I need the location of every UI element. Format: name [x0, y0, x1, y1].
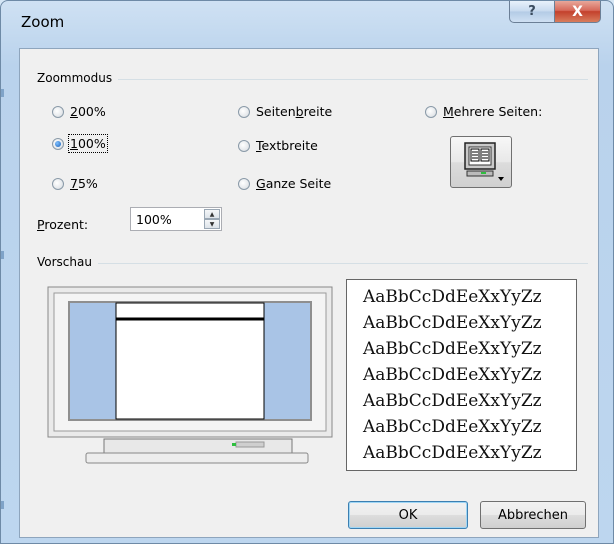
radio-100-label: 100% [68, 134, 108, 153]
window-edge-mark [1, 251, 4, 259]
radio-textbreite[interactable]: Textbreite [238, 138, 318, 153]
spin-up-button[interactable]: ▲ [204, 209, 220, 219]
radio-seitenbreite-label: Seitenbreite [256, 104, 333, 119]
font-sample-preview: AaBbCcDdEeXxYyZz AaBbCcDdEeXxYyZz AaBbCc… [346, 279, 577, 471]
radio-75-label: 75% [70, 176, 98, 191]
close-icon: X [572, 3, 583, 20]
ok-button[interactable]: OK [348, 501, 468, 529]
close-button[interactable]: X [554, 1, 601, 23]
radio-mehrere-seiten[interactable]: Mehrere Seiten: [425, 104, 542, 119]
sample-line: AaBbCcDdEeXxYyZz [363, 417, 542, 437]
vorschau-group-line [37, 263, 588, 264]
radio-circle[interactable] [238, 105, 250, 118]
radio-ganze-seite-label: Ganze Seite [256, 176, 332, 191]
dialog-client-area: Zoommodus 200% 100% 75% Seitenbreite Tex… [19, 48, 599, 538]
multi-page-button[interactable] [450, 136, 512, 188]
radio-100[interactable]: 100% [52, 134, 108, 153]
preview-monitor-icon [47, 286, 333, 464]
prozent-spinner[interactable]: 100% ▲ ▼ [130, 207, 222, 231]
monitor-pages-icon [464, 142, 504, 181]
window-title: Zoom [21, 13, 65, 31]
radio-circle[interactable] [238, 177, 250, 190]
vorschau-group-label: Vorschau [37, 255, 98, 269]
radio-circle[interactable] [52, 105, 64, 118]
zoommodus-group-line [37, 79, 588, 80]
radio-seitenbreite[interactable]: Seitenbreite [238, 104, 332, 119]
radio-circle[interactable] [238, 139, 250, 152]
sample-line: AaBbCcDdEeXxYyZz [363, 443, 542, 463]
spin-down-button[interactable]: ▼ [204, 219, 220, 229]
sample-line: AaBbCcDdEeXxYyZz [363, 339, 542, 359]
dialog-window: Zoom ? X Zoommodus 200% 100% 75% Seitenb… [0, 0, 614, 544]
radio-200[interactable]: 200% [52, 104, 106, 119]
radio-75[interactable]: 75% [52, 176, 98, 191]
help-icon: ? [528, 4, 536, 19]
radio-circle[interactable] [52, 177, 64, 190]
radio-ganze-seite[interactable]: Ganze Seite [238, 176, 331, 191]
sample-line: AaBbCcDdEeXxYyZz [363, 391, 542, 411]
zoommodus-group-label: Zoommodus [37, 71, 119, 85]
help-button[interactable]: ? [509, 1, 555, 23]
radio-textbreite-label: Textbreite [256, 138, 318, 153]
title-bar[interactable]: Zoom ? X [1, 1, 613, 41]
window-edge-mark [1, 89, 4, 97]
sample-line: AaBbCcDdEeXxYyZz [363, 287, 542, 307]
prozent-value[interactable]: 100% [136, 212, 172, 227]
radio-circle[interactable] [425, 105, 437, 118]
radio-mehrere-seiten-label: Mehrere Seiten: [443, 104, 543, 119]
radio-circle[interactable] [52, 137, 64, 150]
sample-line: AaBbCcDdEeXxYyZz [363, 313, 542, 333]
cancel-button[interactable]: Abbrechen [480, 501, 586, 529]
sample-line: AaBbCcDdEeXxYyZz [363, 365, 542, 385]
radio-200-label: 200% [70, 104, 106, 119]
radio-selected-dot [55, 140, 61, 147]
window-edge-mark [1, 501, 4, 509]
prozent-label: Prozent: [37, 217, 89, 232]
